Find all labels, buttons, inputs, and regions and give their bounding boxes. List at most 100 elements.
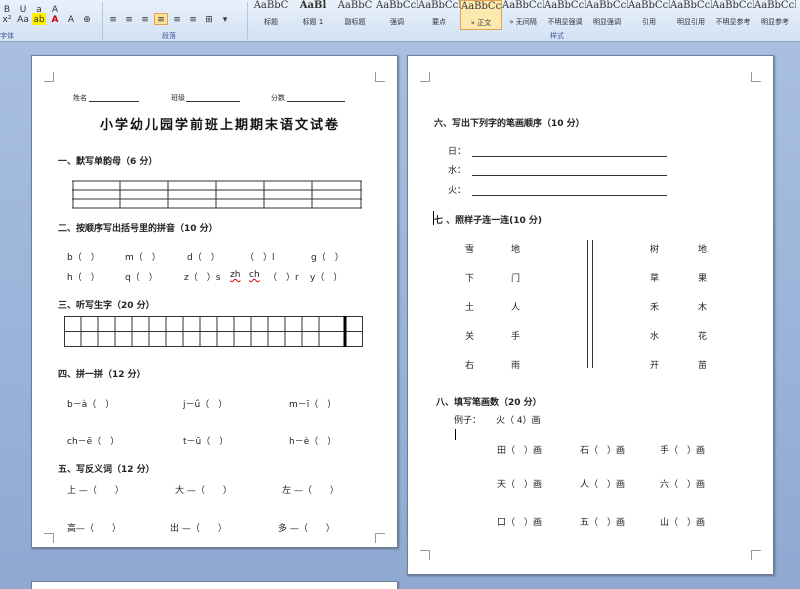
antonym-item: 多 —（ ） [278, 524, 335, 534]
style-preview: AaBbCcDd [461, 1, 501, 12]
match-char: 水 [650, 332, 660, 342]
styles-gallery: AaBbC标题AaBl标题 1AaBbC副标题AaBbCcDd强调AaBbCcD… [250, 0, 800, 30]
line-spacing-icon[interactable]: ≡ [186, 13, 200, 25]
pinyin-item: q（ ） [125, 273, 158, 283]
style-preview: AaBbCcDd [628, 0, 670, 11]
pinyin-item: z（ ）s [184, 273, 221, 283]
char-shading-button[interactable]: A [64, 13, 78, 25]
group-label-font: 字体 [0, 32, 14, 40]
match-char: 木 [698, 303, 708, 313]
style-gallery-item[interactable]: AaBbCcDd 不明显参考 [712, 0, 754, 30]
align-center-icon[interactable]: ≡ [122, 13, 136, 25]
style-gallery-item[interactable]: AaBbCcDd 引用 [628, 0, 670, 30]
page-1[interactable]: 姓名 班级 分数 小学幼儿园学前班上期期末语文试卷 一、默写单韵母（6 分） 二… [31, 55, 398, 548]
change-case-button[interactable]: Aa [16, 13, 30, 25]
corner-mark [375, 533, 385, 543]
style-name: 标题 [264, 18, 278, 26]
pinyin-item: zh [230, 270, 241, 280]
style-preview: AaBbCcDd [712, 0, 754, 11]
text-cursor [455, 429, 456, 440]
match-char: 禾 [650, 303, 660, 313]
spelling-item: j－ǘ（ ） [183, 400, 228, 410]
divider-line [592, 240, 593, 368]
style-gallery-item[interactable]: AaBbCcDd 明显引用 [670, 0, 712, 30]
style-gallery-item[interactable]: AaBbCcDd 明显参考 [754, 0, 796, 30]
section-2-heading: 二、按顺序写出括号里的拼音（10 分） [58, 224, 218, 234]
borders-dropdown-icon[interactable]: ▾ [218, 13, 232, 25]
section-7-heading: 七 、照样子连一连(10 分) [434, 216, 543, 226]
corner-mark [420, 72, 430, 82]
style-gallery-item[interactable]: AaBbCcDd 强调 [376, 0, 418, 30]
style-preview: AaBbCcDd [754, 0, 796, 11]
group-label-styles: 样式 [550, 32, 564, 40]
borders-icon[interactable]: ⊞ [202, 13, 216, 25]
highlight-button[interactable]: ab [32, 13, 46, 25]
section-5-heading: 五、写反义词（12 分） [58, 465, 155, 475]
ribbon-separator [102, 2, 103, 40]
align-right-icon[interactable]: ≡ [138, 13, 152, 25]
pinyin-item: b（ ） [67, 253, 100, 263]
match-char: 手 [511, 332, 521, 342]
pinyin-item: ch [249, 270, 260, 280]
example-label: 例子： [454, 416, 482, 426]
stroke-order-blank [472, 175, 667, 176]
style-name: » 无间隔 [509, 18, 537, 26]
section-6-heading: 六、写出下列字的笔画顺序（10 分） [434, 119, 585, 129]
match-char: 树 [650, 245, 660, 255]
style-gallery-item[interactable]: AaBbCcDd 明显强调 [586, 0, 628, 30]
style-preview: AaBbCcDd [544, 0, 586, 11]
match-char: 雨 [511, 361, 521, 371]
exam-title: 小学幼儿园学前班上期期末语文试卷 [100, 118, 341, 133]
match-char: 下 [465, 274, 475, 284]
distribute-icon[interactable]: ≡ [170, 13, 184, 25]
stroke-order-char: 日： [448, 147, 467, 157]
match-char: 土 [465, 303, 475, 313]
class-label: 班级 [171, 94, 185, 102]
font-color-button[interactable]: A [48, 13, 62, 25]
style-preview: AaBl [299, 0, 327, 11]
justify-icon[interactable]: ≡ [154, 13, 168, 25]
spelling-item: m－ī（ ） [289, 400, 337, 410]
style-preview: AaBbCcDd [586, 0, 628, 11]
example-item: 火（ 4）画 [496, 416, 541, 426]
antonym-item: 上 —（ ） [67, 486, 124, 496]
page-3-top[interactable] [31, 581, 398, 589]
stroke-order-char: 水： [448, 166, 467, 176]
style-preview: AaBbC [253, 0, 289, 11]
style-gallery-item[interactable]: AaBl 标题 1 [292, 0, 334, 30]
corner-mark [751, 72, 761, 82]
class-blank [186, 101, 240, 102]
style-name: » 正文 [470, 19, 492, 27]
page-2[interactable]: 六、写出下列字的笔画顺序（10 分） 日： 水： 火： 七 、照样子连一连(10… [407, 55, 774, 575]
style-gallery-item[interactable]: AaBbCcDd 要点 [418, 0, 460, 30]
enclose-char-button[interactable]: ⊕ [80, 13, 94, 25]
match-char: 果 [698, 274, 708, 284]
antonym-item: 高—（ ） [67, 524, 122, 534]
pinyin-item: h（ ） [67, 273, 100, 283]
match-char: 雪 [465, 245, 475, 255]
corner-mark [751, 550, 761, 560]
stroke-order-blank [472, 156, 667, 157]
stroke-count-item: 田（ ）画 [497, 446, 543, 456]
pinyin-item: m（ ） [125, 253, 161, 263]
style-gallery-item[interactable]: AaBbC 标题 [250, 0, 292, 30]
superscript-button[interactable]: x² [0, 13, 14, 25]
antonym-item: 大 —（ ） [175, 486, 232, 496]
style-gallery-item[interactable]: AaBbCcDd 不明显强调 [544, 0, 586, 30]
align-left-icon[interactable]: ≡ [106, 13, 120, 25]
style-gallery-item[interactable]: AaBbCcDd » 正文 [460, 0, 502, 30]
score-label: 分数 [271, 94, 285, 102]
pinyin-item: y（ ） [310, 273, 343, 283]
stroke-count-item: 五（ ）画 [580, 518, 626, 528]
style-gallery-item[interactable]: AaBbCcDd » 无间隔 [502, 0, 544, 30]
style-gallery-item[interactable]: AaBbC 副标题 [334, 0, 376, 30]
stroke-count-item: 口（ ）画 [497, 518, 543, 528]
spelling-item: b－à（ ） [67, 400, 115, 410]
pinyin-item: g（ ） [311, 253, 344, 263]
ribbon: B U a A x² Aa ab A A ⊕ ≡ ≡ ≡ ≡ ≡ ≡ ⊞ ▾ 字… [0, 0, 800, 42]
pinyin-item: （ ）l [245, 253, 275, 263]
pinyin-item: d（ ） [187, 253, 220, 263]
pinyin-item: （ ）r [268, 273, 299, 283]
name-blank [89, 101, 139, 102]
style-preview: AaBbC [337, 0, 373, 11]
